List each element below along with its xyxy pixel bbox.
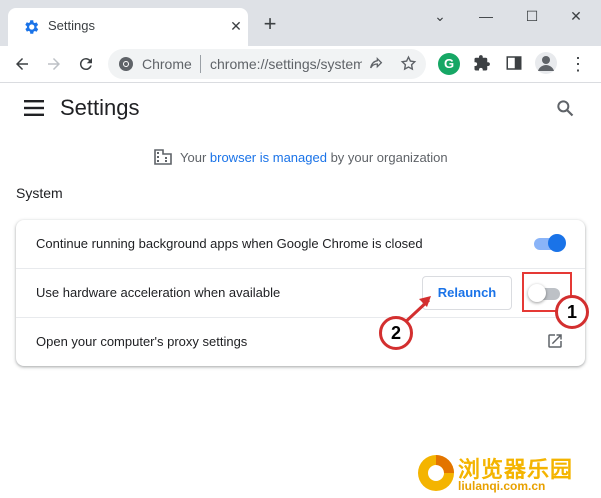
grammarly-extension-icon[interactable]: G — [438, 53, 460, 75]
settings-gear-icon — [25, 20, 39, 34]
close-window-icon[interactable]: ✕ — [556, 4, 596, 28]
side-panel-icon[interactable] — [505, 54, 523, 72]
omnibox-separator — [200, 55, 201, 73]
chrome-menu-icon[interactable]: ⋮ — [566, 50, 590, 78]
reload-icon — [79, 58, 92, 71]
watermark-site-text: liulanqi.com.cn — [458, 479, 546, 493]
search-icon[interactable] — [555, 98, 575, 118]
minimize-icon[interactable]: — — [466, 4, 506, 28]
proxy-settings-label[interactable]: Open your computer's proxy settings — [36, 334, 247, 349]
row-divider — [16, 268, 585, 269]
hardware-acceleration-label: Use hardware acceleration when available — [36, 285, 281, 300]
tab-settings[interactable]: Settings ✕ — [8, 8, 248, 46]
forward-arrow-icon — [48, 58, 60, 70]
chrome-logo-icon — [119, 57, 133, 71]
background-apps-label: Continue running background apps when Go… — [36, 236, 423, 251]
annotation-callout-1: 1 — [555, 295, 589, 329]
person-icon — [538, 56, 554, 71]
back-arrow-icon — [16, 58, 28, 70]
managed-prefix: Your — [180, 150, 210, 165]
section-title: System — [16, 185, 63, 201]
share-icon[interactable] — [368, 56, 384, 72]
tab-title: Settings — [48, 18, 95, 33]
managed-notice: Your browser is managed by your organiza… — [154, 149, 448, 165]
new-tab-button[interactable]: + — [258, 12, 282, 36]
address-bar[interactable]: Chrome chrome://settings/system — [108, 49, 426, 79]
extensions-puzzle-icon[interactable] — [473, 54, 491, 72]
tab-close-icon[interactable]: ✕ — [226, 16, 246, 36]
browser-toolbar: Chrome chrome://settings/system G ⋮ — [0, 46, 601, 83]
building-icon — [154, 149, 172, 165]
profile-avatar[interactable] — [535, 52, 557, 74]
site-chip: Chrome — [142, 56, 192, 72]
background-apps-toggle-knob[interactable] — [548, 234, 566, 252]
annotation-callout-2: 2 — [379, 316, 413, 350]
window-expand-icon[interactable]: ⌄ — [420, 4, 460, 28]
page-title: Settings — [60, 95, 140, 120]
row-divider — [16, 317, 585, 318]
browser-logo-icon — [418, 455, 454, 491]
managed-link[interactable]: browser is managed — [210, 150, 327, 165]
bookmark-star-icon[interactable] — [400, 55, 417, 72]
maximize-icon[interactable]: ☐ — [512, 4, 552, 28]
external-link-icon[interactable] — [546, 332, 564, 350]
settings-card: Continue running background apps when Go… — [16, 220, 585, 366]
url-text[interactable]: chrome://settings/system — [210, 56, 362, 72]
hamburger-menu-icon[interactable] — [24, 100, 44, 116]
reload-button[interactable] — [72, 50, 100, 78]
managed-suffix: by your organization — [326, 150, 448, 165]
forward-button[interactable] — [40, 50, 68, 78]
back-button[interactable] — [8, 50, 36, 78]
